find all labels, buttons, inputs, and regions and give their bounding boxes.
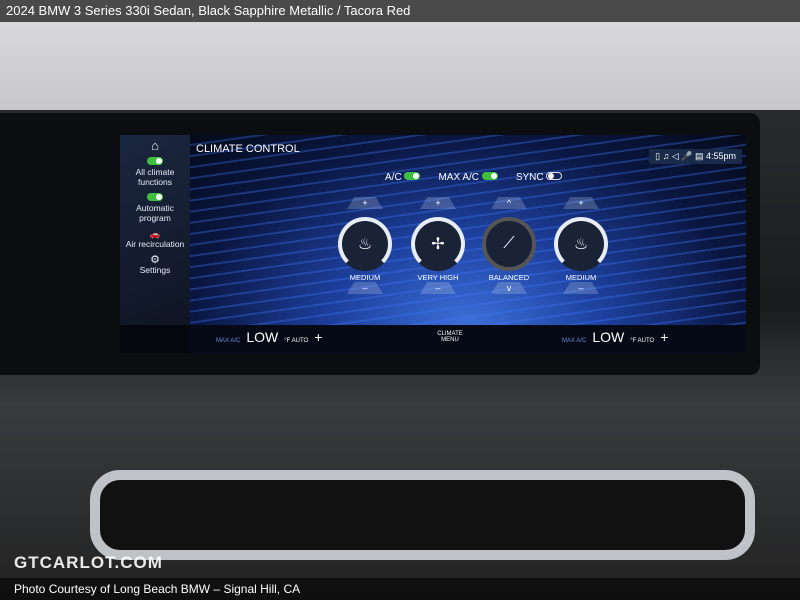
- temp-plus-button[interactable]: +: [314, 329, 322, 345]
- down-button[interactable]: v: [491, 282, 527, 294]
- toggle-label: SYNC: [515, 172, 544, 183]
- toggle-icon: [147, 157, 163, 165]
- sidebar-item-all-climate[interactable]: All climate functions: [120, 157, 190, 187]
- max-ac-label: MAX A/C: [216, 338, 241, 344]
- climate-main: CLIMATE CONTROL ▯ ♫ ◁ 🎤 ▤ 4:55pm A/C MAX…: [190, 135, 746, 325]
- car-recirculation-icon: 🚗: [149, 229, 161, 239]
- decrease-button[interactable]: –: [420, 282, 456, 294]
- fan-icon[interactable]: ✢: [411, 217, 465, 271]
- sidebar-label: Settings: [139, 265, 171, 275]
- increase-button[interactable]: +: [420, 197, 456, 209]
- photo-credit: Photo Courtesy of Long Beach BMW – Signa…: [0, 578, 800, 600]
- temp-unit: °F AUTO: [284, 338, 309, 344]
- seat-heat-icon[interactable]: ♨: [338, 217, 392, 271]
- toggle-icon: [546, 172, 563, 180]
- toggle-label: MAX A/C: [438, 172, 480, 183]
- air-vent: [90, 470, 755, 560]
- decrease-button[interactable]: –: [563, 282, 599, 294]
- decrease-button[interactable]: –: [347, 282, 383, 294]
- temperature-bar: MAX A/C LOW °F AUTO + CLIMATE MENU MAX A/C L…: [190, 325, 746, 353]
- dial-label: MEDIUM: [565, 273, 597, 282]
- right-temp[interactable]: MAX A/C LOW °F AUTO +: [562, 329, 668, 345]
- max-ac-label: MAX A/C: [562, 338, 587, 344]
- dial-fan: + ✢ VERY HIGH –: [408, 197, 468, 294]
- increase-button[interactable]: +: [563, 197, 599, 209]
- dial-label: MEDIUM: [349, 273, 381, 282]
- sidebar-label: Air recirculation: [125, 239, 185, 249]
- climate-menu-button[interactable]: CLIMATE MENU: [430, 331, 470, 343]
- toggle-icon: [404, 172, 421, 180]
- sidebar-item-recirculation[interactable]: 🚗 Air recirculation: [120, 229, 190, 249]
- temp-value: LOW: [592, 329, 625, 345]
- dial-seat-heat-right: + ♨ MEDIUM –: [551, 197, 611, 294]
- infotainment-screen: ⌂ All climate functions Automatic progra…: [120, 135, 746, 353]
- temp-value: LOW: [246, 329, 279, 345]
- toggle-label: A/C: [385, 172, 402, 183]
- left-temp[interactable]: MAX A/C LOW °F AUTO +: [216, 329, 322, 345]
- seat-heat-icon[interactable]: ♨: [554, 217, 608, 271]
- sidebar-item-settings[interactable]: ⚙ Settings: [120, 255, 190, 276]
- increase-button[interactable]: +: [347, 197, 383, 209]
- toggle-max-ac[interactable]: MAX A/C: [438, 172, 498, 183]
- dial-seat-heat-left: + ♨ MEDIUM –: [335, 197, 395, 294]
- photo-title: 2024 BMW 3 Series 330i Sedan, Black Sapp…: [6, 3, 411, 18]
- dial-airflow: ^ ⟋ BALANCED v: [479, 197, 539, 294]
- toggle-sync[interactable]: SYNC: [516, 172, 563, 183]
- sidebar-label: Automatic program: [136, 203, 174, 223]
- temp-plus-button[interactable]: +: [660, 329, 668, 345]
- climate-sidebar: ⌂ All climate functions Automatic progra…: [120, 135, 190, 325]
- ac-toggles: A/C MAX A/C SYNC: [385, 172, 563, 183]
- toggle-ac[interactable]: A/C: [385, 172, 421, 183]
- seat-airflow-icon[interactable]: ⟋: [482, 217, 536, 271]
- sidebar-label: All climate functions: [135, 167, 175, 187]
- dial-label: BALANCED: [488, 273, 530, 282]
- status-bar: ▯ ♫ ◁ 🎤 ▤ 4:55pm: [649, 149, 742, 164]
- caption-bar: 2024 BMW 3 Series 330i Sedan, Black Sapp…: [0, 0, 800, 22]
- clock: 4:55pm: [705, 151, 736, 161]
- page-title: CLIMATE CONTROL: [196, 143, 300, 155]
- temp-unit: °F AUTO: [630, 338, 655, 344]
- toggle-icon: [481, 172, 498, 180]
- up-button[interactable]: ^: [491, 197, 527, 209]
- toggle-icon: [147, 193, 163, 201]
- watermark-logo: GTCARLOT.COM: [14, 553, 163, 572]
- home-icon[interactable]: ⌂: [120, 139, 190, 152]
- dial-label: VERY HIGH: [417, 273, 459, 282]
- sidebar-item-automatic[interactable]: Automatic program: [120, 193, 190, 223]
